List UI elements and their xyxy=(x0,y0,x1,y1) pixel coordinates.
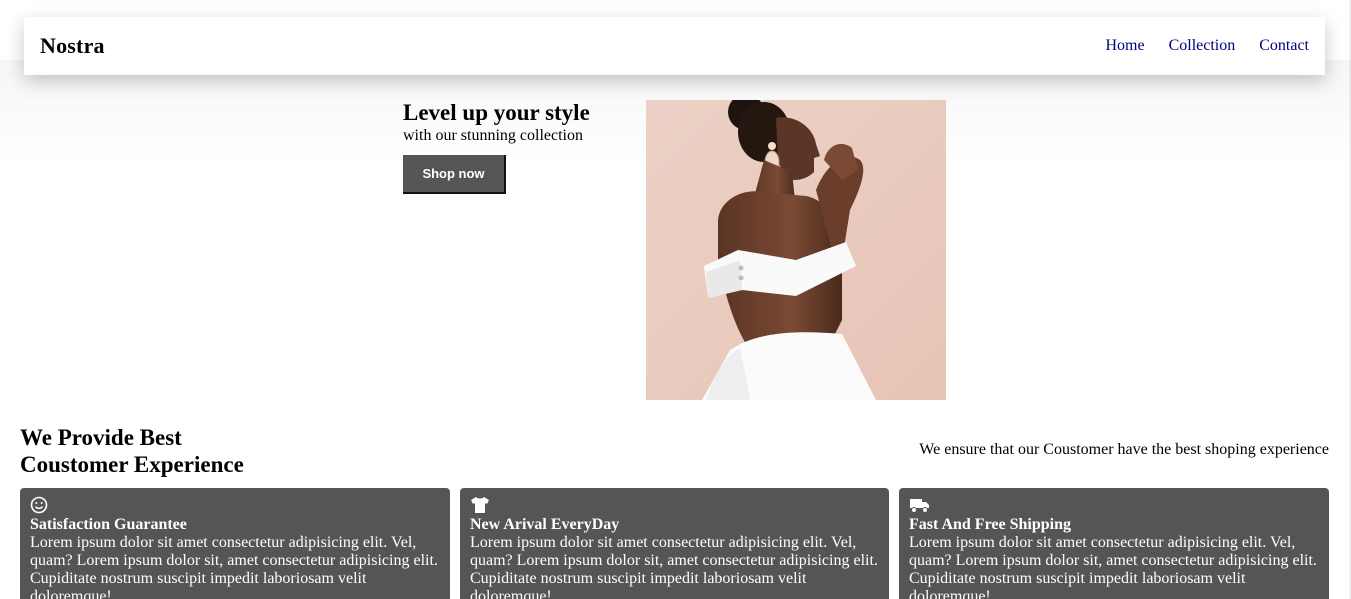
feature-cards: Satisfaction Guarantee Lorem ipsum dolor… xyxy=(20,488,1329,599)
nav-link-contact[interactable]: Contact xyxy=(1259,37,1309,55)
features-title: We Provide Best Coustomer Experience xyxy=(20,424,320,478)
feature-card-shipping: Fast And Free Shipping Lorem ipsum dolor… xyxy=(899,488,1329,599)
nav-link-home[interactable]: Home xyxy=(1105,37,1144,55)
hero-image xyxy=(646,100,946,400)
navbar: Nostra Home Collection Contact xyxy=(24,17,1325,75)
card-text: Lorem ipsum dolor sit amet consectetur a… xyxy=(470,534,878,599)
features-title-line2: Coustomer Experience xyxy=(20,452,244,477)
features-description: We ensure that our Coustomer have the be… xyxy=(919,441,1329,458)
card-title: Fast And Free Shipping xyxy=(909,516,1071,533)
hero-subtitle: with our stunning collection xyxy=(403,127,583,144)
tshirt-icon xyxy=(471,497,489,513)
fashion-photo xyxy=(646,100,946,400)
nav-links: Home Collection Contact xyxy=(1105,37,1309,55)
card-text: Lorem ipsum dolor sit amet consectetur a… xyxy=(30,534,438,599)
hero-text: Level up your style with our stunning co… xyxy=(403,99,590,194)
truck-icon xyxy=(910,499,929,513)
feature-card-satisfaction: Satisfaction Guarantee Lorem ipsum dolor… xyxy=(20,488,450,599)
shop-now-button[interactable]: Shop now xyxy=(403,155,506,194)
hero-title: Level up your style xyxy=(403,100,590,125)
brand-logo[interactable]: Nostra xyxy=(40,33,105,59)
nav-link-collection[interactable]: Collection xyxy=(1169,37,1236,55)
features-title-line1: We Provide Best xyxy=(20,425,182,450)
feature-card-new-arrival: New Arival EveryDay Lorem ipsum dolor si… xyxy=(460,488,889,599)
card-title: New Arival EveryDay xyxy=(470,516,620,533)
card-title: Satisfaction Guarantee xyxy=(30,516,187,533)
card-text: Lorem ipsum dolor sit amet consectetur a… xyxy=(909,534,1317,599)
smile-icon xyxy=(30,496,48,514)
page: Nostra Home Collection Contact Level up … xyxy=(0,0,1351,599)
